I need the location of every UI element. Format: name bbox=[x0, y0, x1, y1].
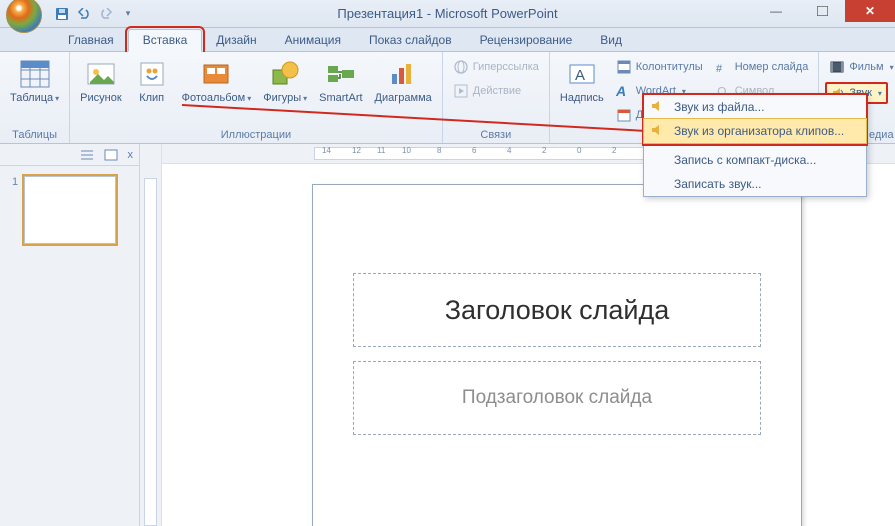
tab-review[interactable]: Рецензирование bbox=[466, 30, 587, 51]
tab-home[interactable]: Главная bbox=[54, 30, 128, 51]
headerfooter-icon bbox=[616, 59, 632, 75]
textbox-label: Надпись bbox=[560, 92, 604, 104]
slides-tab-icon[interactable] bbox=[104, 149, 118, 161]
dd-sound-from-organizer[interactable]: Звук из организатора клипов... bbox=[643, 118, 867, 144]
dd-sound-from-file[interactable]: Звук из файла... bbox=[644, 95, 866, 119]
title-placeholder[interactable]: Заголовок слайда bbox=[353, 273, 761, 347]
tab-slideshow[interactable]: Показ слайдов bbox=[355, 30, 466, 51]
photoalbum-icon bbox=[200, 58, 232, 90]
shapes-label: Фигуры bbox=[263, 92, 301, 104]
document-area: x 1 14 12 11 10 8 6 4 2 0 2 4 6 8 10 11 … bbox=[0, 144, 895, 526]
photoalbum-button[interactable]: Фотоальбом▾ bbox=[178, 56, 256, 107]
panel-close-button[interactable]: x bbox=[128, 149, 134, 161]
window-controls: — ✕ bbox=[753, 0, 895, 22]
subtitle-placeholder[interactable]: Подзаголовок слайда bbox=[353, 361, 761, 435]
svg-text:A: A bbox=[575, 67, 585, 84]
group-links: Гиперссылка Действие Связи bbox=[443, 52, 550, 143]
svg-text:A: A bbox=[616, 83, 626, 99]
ribbon-tabs: Главная Вставка Дизайн Анимация Показ сл… bbox=[0, 28, 895, 52]
headerfooter-label: Колонтитулы bbox=[636, 61, 703, 73]
title-bar: ▾ Презентация1 - Microsoft PowerPoint — … bbox=[0, 0, 895, 28]
group-illustrations-label: Иллюстрации bbox=[76, 128, 436, 142]
dd-separator bbox=[648, 145, 862, 146]
slidenumber-button[interactable]: # Номер слайда bbox=[711, 56, 813, 78]
action-button[interactable]: Действие bbox=[449, 80, 543, 102]
close-button[interactable]: ✕ bbox=[845, 0, 895, 22]
dd-sound-from-cd[interactable]: Запись с компакт-диска... bbox=[644, 148, 866, 172]
dd-record-sound[interactable]: Записать звук... bbox=[644, 172, 866, 196]
smartart-button[interactable]: SmartArt bbox=[315, 56, 366, 106]
save-icon[interactable] bbox=[54, 6, 70, 22]
picture-button[interactable]: Рисунок bbox=[76, 56, 126, 106]
chart-label: Диаграмма bbox=[375, 92, 432, 104]
tab-animation[interactable]: Анимация bbox=[271, 30, 355, 51]
picture-icon bbox=[85, 58, 117, 90]
wordart-icon: A bbox=[616, 83, 632, 99]
group-links-label: Связи bbox=[449, 128, 543, 142]
hyperlink-button[interactable]: Гиперссылка bbox=[449, 56, 543, 78]
group-tables: Таблица▾ Таблицы bbox=[0, 52, 70, 143]
table-label: Таблица bbox=[10, 92, 53, 104]
picture-label: Рисунок bbox=[80, 92, 122, 104]
tab-view[interactable]: Вид bbox=[586, 30, 636, 51]
clip-label: Клип bbox=[139, 92, 164, 104]
movie-button[interactable]: Фильм▾ bbox=[825, 56, 895, 78]
smartart-icon bbox=[325, 58, 357, 90]
clip-button[interactable]: Клип bbox=[130, 56, 174, 106]
group-illustrations: Рисунок Клип Фотоальбом▾ Фигуры▾ SmartAr… bbox=[70, 52, 443, 143]
vertical-ruler bbox=[140, 144, 162, 526]
redo-icon[interactable] bbox=[98, 6, 114, 22]
hyperlink-icon bbox=[453, 59, 469, 75]
svg-text:#: # bbox=[716, 63, 723, 75]
slide-thumbnail[interactable] bbox=[24, 176, 116, 244]
office-button[interactable] bbox=[6, 0, 42, 33]
chart-icon bbox=[387, 58, 419, 90]
slidenumber-icon: # bbox=[715, 59, 731, 75]
action-label: Действие bbox=[473, 85, 521, 97]
slide-panel: x 1 bbox=[0, 144, 140, 526]
quick-access-toolbar: ▾ bbox=[54, 6, 136, 22]
slide-panel-tabs: x bbox=[0, 144, 139, 166]
smartart-label: SmartArt bbox=[319, 92, 362, 104]
minimize-button[interactable]: — bbox=[753, 0, 799, 22]
slide-thumb-number: 1 bbox=[12, 176, 18, 244]
clip-icon bbox=[136, 58, 168, 90]
slide[interactable]: Заголовок слайда Подзаголовок слайда bbox=[312, 184, 802, 526]
group-tables-label: Таблицы bbox=[6, 128, 63, 142]
qat-dropdown-icon[interactable]: ▾ bbox=[120, 6, 136, 22]
action-icon bbox=[453, 83, 469, 99]
ribbon: Таблица▾ Таблицы Рисунок Клип Фотоальбом… bbox=[0, 52, 895, 144]
movie-icon bbox=[829, 59, 845, 75]
undo-icon[interactable] bbox=[76, 6, 92, 22]
table-button[interactable]: Таблица▾ bbox=[6, 56, 63, 107]
tab-insert[interactable]: Вставка bbox=[128, 29, 203, 52]
textbox-button[interactable]: A Надпись bbox=[556, 56, 608, 106]
maximize-button[interactable] bbox=[799, 0, 845, 22]
tab-design[interactable]: Дизайн bbox=[202, 30, 270, 51]
table-icon bbox=[19, 58, 51, 90]
chart-button[interactable]: Диаграмма bbox=[371, 56, 436, 106]
shapes-button[interactable]: Фигуры▾ bbox=[259, 56, 311, 107]
outline-tab-icon[interactable] bbox=[80, 149, 94, 161]
slidenumber-label: Номер слайда bbox=[735, 61, 809, 73]
sound-file-icon bbox=[650, 99, 666, 115]
photoalbum-label: Фотоальбом bbox=[182, 92, 246, 104]
slide-canvas: 14 12 11 10 8 6 4 2 0 2 4 6 8 10 11 Заго… bbox=[162, 144, 895, 526]
hyperlink-label: Гиперссылка bbox=[473, 61, 539, 73]
slide-thumbnail-row: 1 bbox=[0, 166, 139, 254]
textbox-icon: A bbox=[566, 58, 598, 90]
movie-label: Фильм bbox=[849, 61, 883, 73]
shapes-icon bbox=[269, 58, 301, 90]
date-icon bbox=[616, 107, 632, 123]
sound-dropdown: Звук из файла... Звук из организатора кл… bbox=[643, 94, 867, 197]
headerfooter-button[interactable]: Колонтитулы bbox=[612, 56, 707, 78]
sound-organizer-icon bbox=[650, 123, 666, 139]
